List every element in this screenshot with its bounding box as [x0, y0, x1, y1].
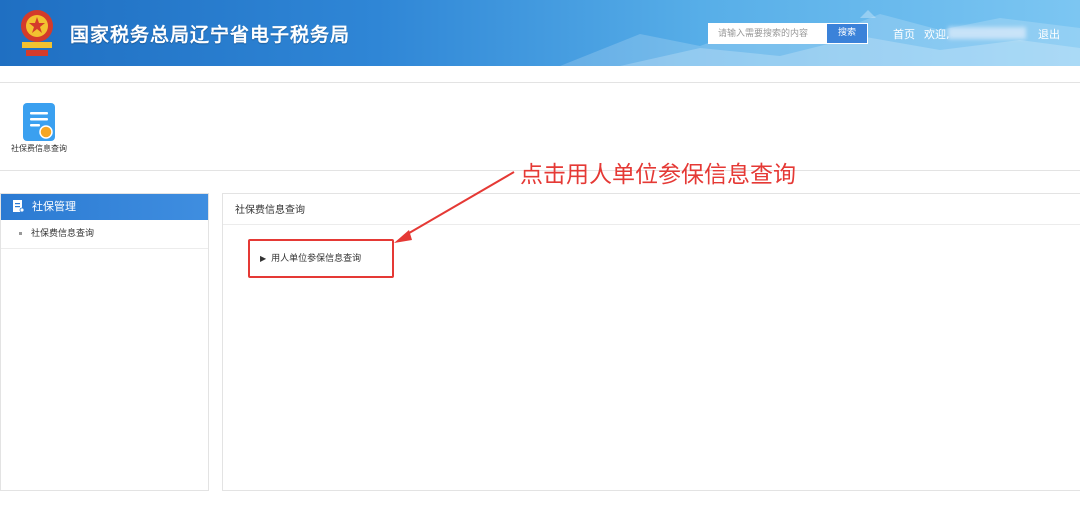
search-button[interactable]: 搜索 — [826, 23, 868, 44]
main-panel-title: 社保费信息查询 — [223, 194, 1080, 225]
site-title: 国家税务总局辽宁省电子税务局 — [70, 24, 351, 46]
sidebar-header-label: 社保管理 — [32, 200, 76, 213]
app-tile-label: 社保费信息查询 — [11, 144, 67, 153]
document-chart-icon — [13, 200, 24, 212]
sidebar-item-label: 社保费信息查询 — [31, 229, 95, 239]
nav-home-link[interactable]: 首页 — [893, 26, 915, 42]
tax-emblem-icon — [21, 10, 53, 56]
nav-welcome-text: 欢迎, — [924, 28, 950, 41]
document-badge-icon — [23, 103, 55, 141]
username-redacted — [948, 27, 1026, 39]
nav-logout-link[interactable]: 退出 — [1038, 26, 1060, 42]
sidebar-item-social-security-query[interactable]: 社保费信息查询 — [1, 220, 208, 249]
highlight-box — [248, 239, 394, 278]
site-header: 国家税务总局辽宁省电子税务局 搜索 首页 欢迎, 退出 — [0, 0, 1080, 66]
sidebar-header-social-security[interactable]: 社保管理 — [1, 194, 208, 220]
sidebar: 社保管理 社保费信息查询 — [0, 193, 209, 491]
annotation-text: 点击用人单位参保信息查询 — [520, 162, 796, 188]
app-tile-social-security-query[interactable]: 社保费信息查询 — [6, 103, 72, 154]
search-input[interactable] — [708, 23, 826, 44]
bullet-icon — [19, 232, 22, 235]
main-panel: 社保费信息查询 ▶ 用人单位参保信息查询 — [222, 193, 1080, 491]
